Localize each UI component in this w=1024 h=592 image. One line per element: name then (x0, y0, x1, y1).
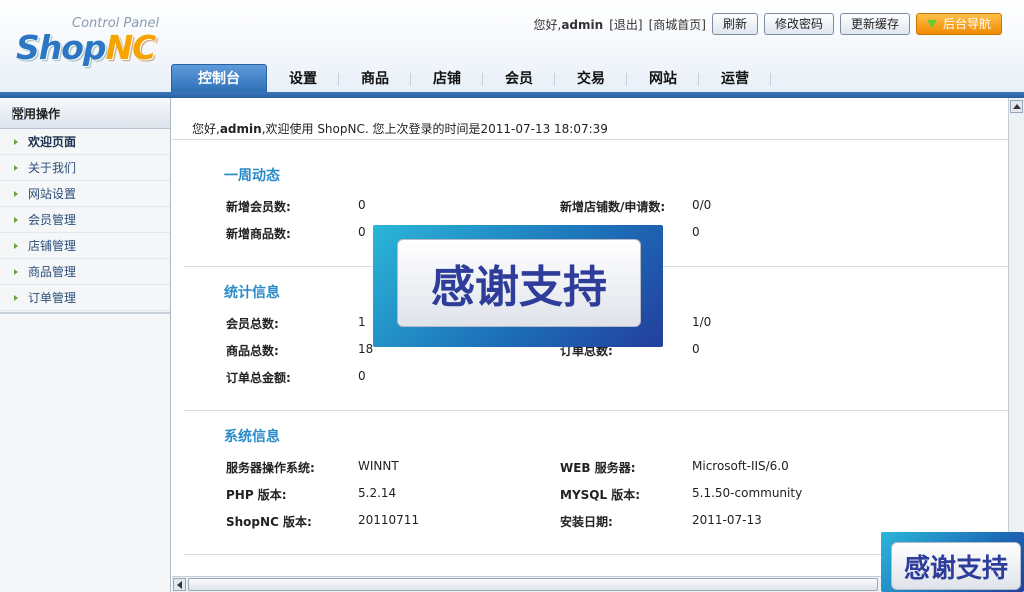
os-value: WINNT (358, 459, 399, 473)
divider (184, 410, 1008, 411)
new-orders-value: 0 (692, 225, 700, 239)
install-date-label: 安装日期: (560, 515, 613, 529)
mysql-label: MYSQL 版本: (560, 488, 641, 502)
change-password-button[interactable]: 修改密码 (763, 13, 834, 35)
shopnc-logo[interactable]: Control Panel ShopNC (14, 16, 164, 72)
goods-total-value: 18 (358, 342, 374, 356)
sidebar-header[interactable]: 常用操作 (0, 98, 170, 129)
thanks-watermark-corner: 感谢支持 (881, 532, 1024, 592)
order-total-value: 0 (692, 342, 700, 356)
tab-console[interactable]: 控制台 (171, 64, 267, 92)
new-stores-value: 0/0 (692, 198, 712, 212)
web-server-value: Microsoft-IIS/6.0 (692, 459, 789, 473)
php-value: 5.2.14 (358, 486, 397, 500)
scroll-up-icon[interactable] (1010, 100, 1023, 113)
download-arrow-icon (926, 20, 937, 28)
tab-operations[interactable]: 运营 (699, 66, 771, 92)
member-total-label: 会员总数: (226, 317, 279, 331)
order-amount-value: 0 (358, 369, 366, 383)
update-cache-button[interactable]: 更新缓存 (839, 13, 910, 35)
store-total-value: 1/0 (692, 315, 712, 329)
web-server-label: WEB 服务器: (560, 461, 636, 475)
new-members-label: 新增会员数: (226, 200, 291, 214)
backend-nav-button[interactable]: 后台导航 (915, 13, 1002, 35)
mall-home-link[interactable]: [商城首页] (649, 16, 706, 33)
sidebar-item-site-settings[interactable]: 网站设置 (0, 181, 170, 207)
tab-members[interactable]: 会员 (483, 66, 555, 92)
sidebar: 常用操作 欢迎页面 关于我们 网站设置 会员管理 店铺管理 商品管理 订单管理 (0, 98, 171, 592)
shopnc-version-label: ShopNC 版本: (226, 515, 312, 529)
new-members-value: 0 (358, 198, 366, 212)
thanks-watermark-center: 感谢支持 (373, 225, 663, 347)
sidebar-item-orders[interactable]: 订单管理 (0, 285, 170, 311)
top-toolbar: 您好,admin [退出] [商城首页] 刷新 修改密码 更新缓存 后台导航 (533, 13, 1002, 35)
section-title-weekly: 一周动态 (224, 168, 280, 184)
main-nav: 控制台 设置 商品 店铺 会员 交易 网站 运营 (171, 64, 771, 92)
divider (172, 139, 1008, 140)
sidebar-title: 常用操作 (12, 106, 61, 121)
member-total-value: 1 (358, 315, 366, 329)
scroll-thumb[interactable] (188, 578, 878, 591)
shopnc-version-value: 20110711 (358, 513, 420, 527)
tab-stores[interactable]: 店铺 (411, 66, 483, 92)
vertical-scrollbar[interactable] (1008, 98, 1024, 576)
welcome-message: 您好,admin,欢迎使用 ShopNC. 您上次登录的时间是2011-07-1… (192, 122, 608, 136)
watermark-text: 感谢支持 (431, 262, 607, 313)
tab-settings[interactable]: 设置 (267, 66, 339, 92)
goods-total-label: 商品总数: (226, 344, 279, 358)
sidebar-item-welcome[interactable]: 欢迎页面 (0, 129, 170, 155)
sidebar-item-about[interactable]: 关于我们 (0, 155, 170, 181)
refresh-button[interactable]: 刷新 (711, 13, 758, 35)
header: Control Panel ShopNC 您好,admin [退出] [商城首页… (0, 0, 1024, 92)
sidebar-end-divider (0, 312, 170, 315)
php-label: PHP 版本: (226, 488, 287, 502)
watermark-text: 感谢支持 (903, 553, 1008, 584)
sidebar-item-stores[interactable]: 店铺管理 (0, 233, 170, 259)
new-goods-label: 新增商品数: (226, 227, 291, 241)
user-greeting: 您好,admin (533, 17, 604, 32)
scroll-left-icon[interactable] (173, 578, 186, 591)
mysql-value: 5.1.50-community (692, 486, 803, 500)
install-date-value: 2011-07-13 (692, 513, 762, 527)
new-stores-label: 新增店铺数/申请数: (560, 200, 666, 214)
logout-link[interactable]: [退出] (609, 16, 642, 33)
os-label: 服务器操作系统: (226, 461, 315, 475)
logo-brand: ShopNC (16, 28, 156, 67)
tab-goods[interactable]: 商品 (339, 66, 411, 92)
tab-website[interactable]: 网站 (627, 66, 699, 92)
tab-trade[interactable]: 交易 (555, 66, 627, 92)
section-title-stats: 统计信息 (224, 285, 280, 301)
section-title-system: 系统信息 (224, 429, 280, 445)
sidebar-item-members[interactable]: 会员管理 (0, 207, 170, 233)
new-goods-value: 0 (358, 225, 366, 239)
order-amount-label: 订单总金额: (226, 371, 291, 385)
sidebar-item-goods[interactable]: 商品管理 (0, 259, 170, 285)
